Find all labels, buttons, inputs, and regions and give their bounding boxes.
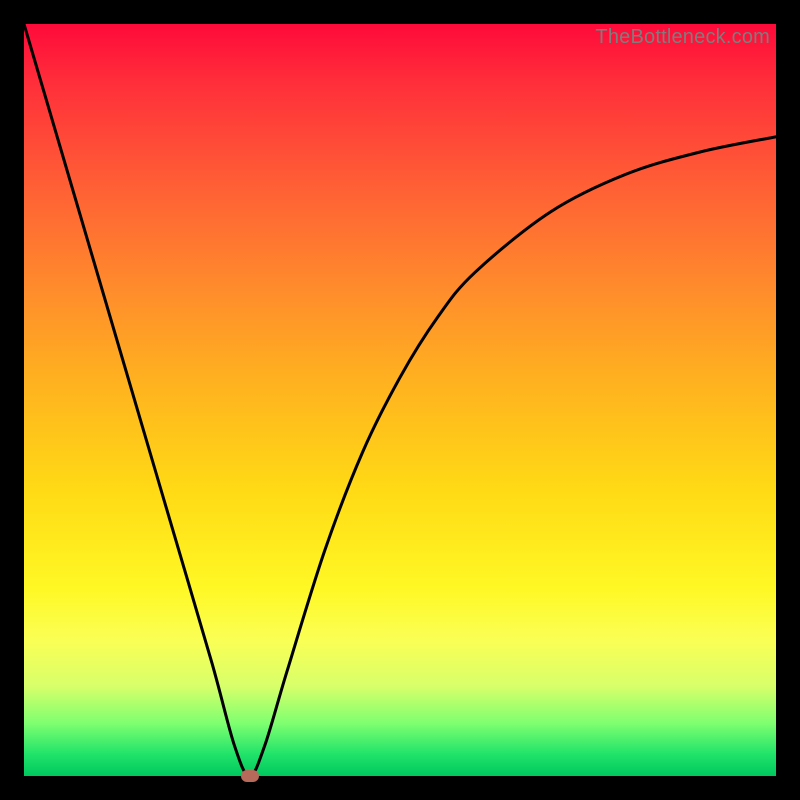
curve-svg bbox=[24, 24, 776, 776]
chart-frame: TheBottleneck.com bbox=[24, 24, 776, 776]
minimum-marker bbox=[241, 770, 259, 782]
curve-path bbox=[24, 24, 776, 776]
chart-plot-area: TheBottleneck.com bbox=[24, 24, 776, 776]
